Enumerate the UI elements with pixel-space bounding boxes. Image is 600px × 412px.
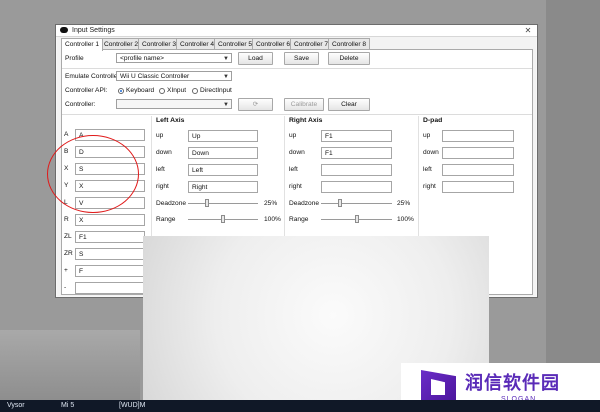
brand-logo-icon [421,370,456,404]
tab-controller-1[interactable]: Controller 1 [61,38,104,51]
right-axis-left-label: left [289,166,298,173]
window-titlebar: Input Settings ✕ [56,25,537,37]
dpad-right-label: right [423,183,436,190]
slider-thumb[interactable] [204,199,209,207]
taskbar-wud[interactable]: [WUD]M [119,401,145,411]
watermark-text: 润信软件园 [465,373,560,393]
profile-label: Profile [65,55,84,62]
annotation-red-circle-buttons [47,135,139,213]
delete-button[interactable]: Delete [328,52,370,65]
right-axis-title: Right Axis [289,117,323,124]
slider-track [188,203,258,204]
button-label-a: A [64,131,69,138]
right-axis-deadzone-slider[interactable] [321,199,392,207]
window-title: Input Settings [72,27,115,34]
left-axis-right-input[interactable]: Right [188,181,258,193]
emulate-controller-select[interactable]: Wii U Classic Controller ▼ [116,71,232,81]
profile-separator [62,68,532,69]
right-axis-left-input[interactable] [321,164,392,176]
button-input-minus[interactable] [75,282,145,294]
right-axis-deadzone-value: 25% [397,200,411,207]
refresh-icon: ⟳ [252,101,259,108]
refresh-controller-button[interactable]: ⟳ [238,98,273,111]
load-button[interactable]: Load [238,52,273,65]
profile-select-value: <profile name> [120,55,164,62]
left-axis-right-label: right [156,183,169,190]
taskbar-vysor[interactable]: Vysor [7,401,25,411]
left-axis-left-input[interactable]: Left [188,164,258,176]
directinput-radio-label: DirectInput [200,87,232,94]
windows-taskbar: Vysor Mi 5 [WUD]M [0,400,600,412]
button-label-minus: - [64,284,67,291]
emulate-controller-label: Emulate Controller [65,73,120,80]
left-axis-range-value: 100% [264,216,281,223]
controller-select[interactable]: ▼ [116,99,232,109]
slider-thumb[interactable] [354,215,359,223]
xinput-radio[interactable] [159,88,165,94]
taskbar-mi5[interactable]: Mi 5 [61,401,74,411]
button-input-plus[interactable]: F [75,265,145,277]
right-axis-up-label: up [289,132,297,139]
right-axis-right-input[interactable] [321,181,392,193]
left-axis-deadzone-value: 25% [264,200,278,207]
button-label-zr: ZR [64,250,73,257]
slider-thumb[interactable] [337,199,342,207]
button-input-zr[interactable]: S [75,248,145,260]
chevron-down-icon: ▼ [223,74,229,80]
dpad-up-label: up [423,132,431,139]
left-axis-deadzone-slider[interactable] [188,199,258,207]
desktop-blur-area [0,330,140,400]
button-label-zl: ZL [64,233,72,240]
dpad-title: D-pad [423,117,443,124]
left-axis-down-label: down [156,149,172,156]
left-axis-range-label: Range [156,216,176,223]
chevron-down-icon: ▼ [223,56,229,62]
dpad-down-label: down [423,149,439,156]
button-label-plus: + [64,267,68,274]
controller-icon [60,27,68,33]
dpad-left-label: left [423,166,432,173]
save-button[interactable]: Save [284,52,319,65]
slider-track [321,203,392,204]
right-axis-down-label: down [289,149,305,156]
profile-select[interactable]: <profile name> ▼ [116,53,232,63]
right-axis-range-slider[interactable] [321,215,392,223]
close-icon[interactable]: ✕ [523,26,533,35]
left-axis-range-slider[interactable] [188,215,258,223]
chevron-down-icon: ▼ [223,102,229,108]
right-axis-deadzone-label: Deadzone [289,200,320,207]
left-axis-down-input[interactable]: Down [188,147,258,159]
left-axis-left-label: left [156,166,165,173]
xinput-radio-label: XInput [167,87,187,94]
button-input-r[interactable]: X [75,214,145,226]
left-axis-title: Left Axis [156,117,185,124]
left-axis-up-label: up [156,132,164,139]
dpad-left-input[interactable] [442,164,514,176]
right-axis-right-label: right [289,183,302,190]
calibrate-button[interactable]: Calibrate [284,98,324,111]
dpad-right-input[interactable] [442,181,514,193]
directinput-radio[interactable] [192,88,198,94]
keyboard-radio[interactable] [118,88,124,94]
clear-button[interactable]: Clear [328,98,370,111]
left-axis-up-input[interactable]: Up [188,130,258,142]
right-axis-range-value: 100% [397,216,414,223]
emulate-controller-value: Wii U Classic Controller [120,73,190,80]
button-input-zl[interactable]: F1 [75,231,145,243]
dpad-down-input[interactable] [442,147,514,159]
right-axis-down-input[interactable]: F1 [321,147,392,159]
desktop-right-area [546,0,600,412]
mapping-separator [62,114,532,115]
right-axis-up-input[interactable]: F1 [321,130,392,142]
dpad-up-input[interactable] [442,130,514,142]
slider-thumb[interactable] [221,215,225,223]
button-label-r: R [64,216,69,223]
keyboard-radio-label: Keyboard [126,87,155,94]
left-axis-deadzone-label: Deadzone [156,200,187,207]
right-axis-range-label: Range [289,216,309,223]
controller-label: Controller: [65,101,96,108]
controller-api-label: Controller API: [65,87,108,94]
